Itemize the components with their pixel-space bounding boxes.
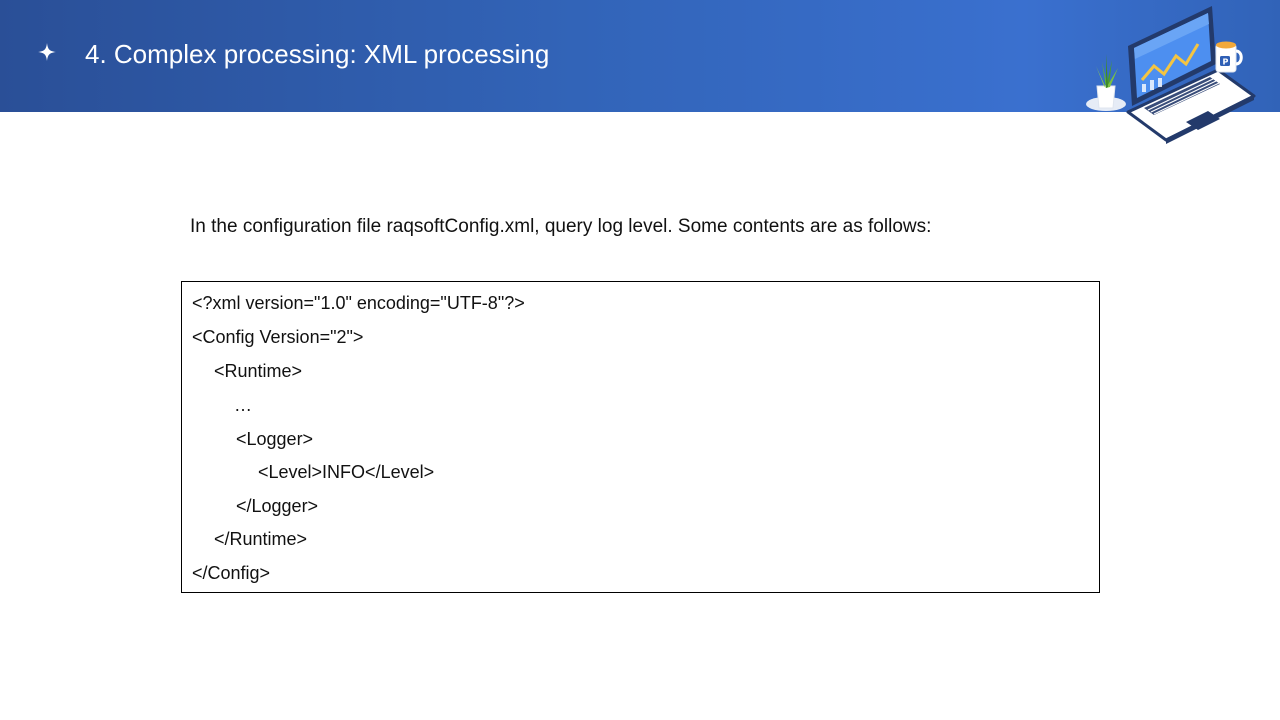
code-line: </Runtime> (214, 529, 308, 549)
code-line: <Level>INFO</Level> (258, 462, 435, 482)
header-banner: 4. Complex processing: XML processing P (0, 0, 1280, 144)
code-line: … (234, 395, 252, 415)
intro-text: In the configuration file raqsoftConfig.… (190, 216, 932, 237)
code-line: <Config Version="2"> (192, 327, 364, 347)
code-line: <Logger> (236, 429, 314, 449)
slide: 4. Complex processing: XML processing P … (0, 0, 1280, 720)
code-line: <?xml version="1.0" encoding="UTF-8"?> (192, 293, 525, 313)
four-point-star-icon (38, 43, 56, 61)
laptop-illustration: P (1086, 6, 1256, 144)
code-line: </Logger> (236, 496, 319, 516)
xml-code-box: <?xml version="1.0" encoding="UTF-8"?> <… (181, 281, 1100, 593)
svg-text:P: P (1223, 58, 1229, 67)
code-line: </Config> (192, 563, 271, 583)
slide-title: 4. Complex processing: XML processing (85, 39, 550, 69)
code-line: <Runtime> (214, 361, 303, 381)
